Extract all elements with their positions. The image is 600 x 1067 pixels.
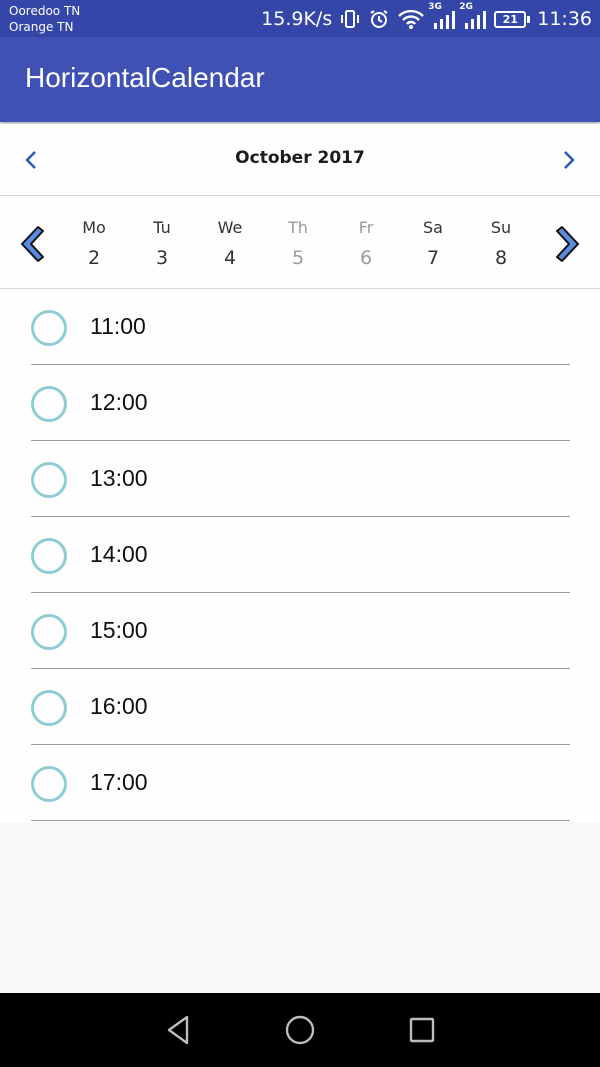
day-cell: Fr 6 (338, 218, 394, 270)
day-cell[interactable]: Mo 2 (66, 218, 122, 270)
carrier-info: Ooredoo TN Orange TN (9, 3, 80, 35)
day-cell: Th 5 (270, 218, 326, 270)
day-cell[interactable]: Su 8 (473, 218, 529, 270)
next-week-button[interactable] (554, 224, 584, 264)
day-name: Fr (358, 218, 374, 237)
home-icon (285, 1015, 315, 1045)
wifi-icon (397, 8, 425, 30)
system-nav-bar (0, 993, 600, 1067)
radio-button[interactable] (31, 538, 67, 574)
day-cell[interactable]: We 4 (202, 218, 258, 270)
time-slot-list: 11:00 12:00 13:00 14:00 15:00 16:00 17:00 (0, 289, 600, 821)
time-slot-row[interactable]: 12:00 (0, 365, 600, 441)
network-type-1: 3G (428, 2, 442, 12)
time-slot-row[interactable]: 17:00 (0, 745, 600, 821)
app-title: HorizontalCalendar (25, 62, 265, 93)
arrow-left-icon (21, 226, 44, 262)
carrier-2: Orange TN (9, 20, 74, 34)
radio-button[interactable] (31, 766, 67, 802)
status-icons: 15.9K/s 3G 2G 21 11:36 (261, 2, 592, 31)
time-label: 16:00 (90, 693, 148, 719)
app-bar: HorizontalCalendar (0, 37, 600, 122)
day-name: Th (288, 218, 308, 237)
month-label: October 2017 (235, 148, 365, 168)
day-number: 8 (494, 247, 508, 269)
chevron-right-icon (564, 151, 575, 169)
recents-button[interactable] (405, 1013, 439, 1047)
day-name: Tu (153, 218, 171, 237)
time-label: 13:00 (90, 465, 148, 491)
day-number: 6 (359, 247, 373, 269)
day-cell[interactable]: Tu 3 (134, 218, 190, 270)
time-slot-row[interactable]: 11:00 (0, 289, 600, 365)
time-label: 14:00 (90, 541, 148, 567)
network-speed: 15.9K/s (261, 8, 333, 30)
time-label: 15:00 (90, 617, 148, 643)
status-bar: Ooredoo TN Orange TN 15.9K/s 3G 2G 21 11… (0, 0, 600, 37)
battery-icon: 21 (494, 10, 531, 28)
radio-button[interactable] (31, 310, 67, 346)
prev-week-button[interactable] (16, 224, 46, 264)
main-content: October 2017 Mo 2 Tu 3 We 4 Th 5 Fr 6 Sa 7 Su 8 11:00… (0, 124, 600, 822)
day-number: 2 (87, 247, 101, 269)
alarm-icon (368, 8, 390, 30)
time-slot-row[interactable]: 16:00 (0, 669, 600, 745)
vibrate-icon (339, 8, 361, 30)
day-name: We (217, 218, 243, 237)
arrow-right-icon (556, 226, 579, 262)
day-name: Su (490, 218, 512, 237)
radio-button[interactable] (31, 614, 67, 650)
signal-2g-icon: 2G (459, 2, 487, 30)
day-number: 7 (426, 247, 440, 269)
signal-3g-icon: 3G (428, 2, 456, 30)
time-label: 17:00 (90, 769, 148, 795)
time-slot-row[interactable]: 14:00 (0, 517, 600, 593)
day-cell[interactable]: Sa 7 (405, 218, 461, 270)
day-number: 4 (223, 247, 237, 269)
week-strip: Mo 2 Tu 3 We 4 Th 5 Fr 6 Sa 7 Su 8 (0, 196, 600, 289)
day-name: Sa (423, 218, 443, 237)
divider (31, 820, 570, 821)
network-type-2: 2G (459, 2, 473, 12)
radio-button[interactable] (31, 386, 67, 422)
day-number: 5 (291, 247, 305, 269)
home-button[interactable] (283, 1013, 317, 1047)
day-number: 3 (155, 247, 169, 269)
time-label: 11:00 (90, 313, 146, 339)
clock: 11:36 (537, 8, 592, 30)
back-icon (167, 1015, 189, 1045)
radio-button[interactable] (31, 462, 67, 498)
back-button[interactable] (161, 1013, 195, 1047)
next-month-button[interactable] (558, 148, 580, 172)
time-label: 12:00 (90, 389, 148, 415)
radio-button[interactable] (31, 690, 67, 726)
battery-level: 21 (494, 10, 527, 28)
month-header: October 2017 (0, 124, 600, 196)
carrier-1: Ooredoo TN (9, 4, 81, 18)
time-slot-row[interactable]: 15:00 (0, 593, 600, 669)
recents-icon (409, 1017, 435, 1043)
time-slot-row[interactable]: 13:00 (0, 441, 600, 517)
day-name: Mo (82, 218, 106, 237)
